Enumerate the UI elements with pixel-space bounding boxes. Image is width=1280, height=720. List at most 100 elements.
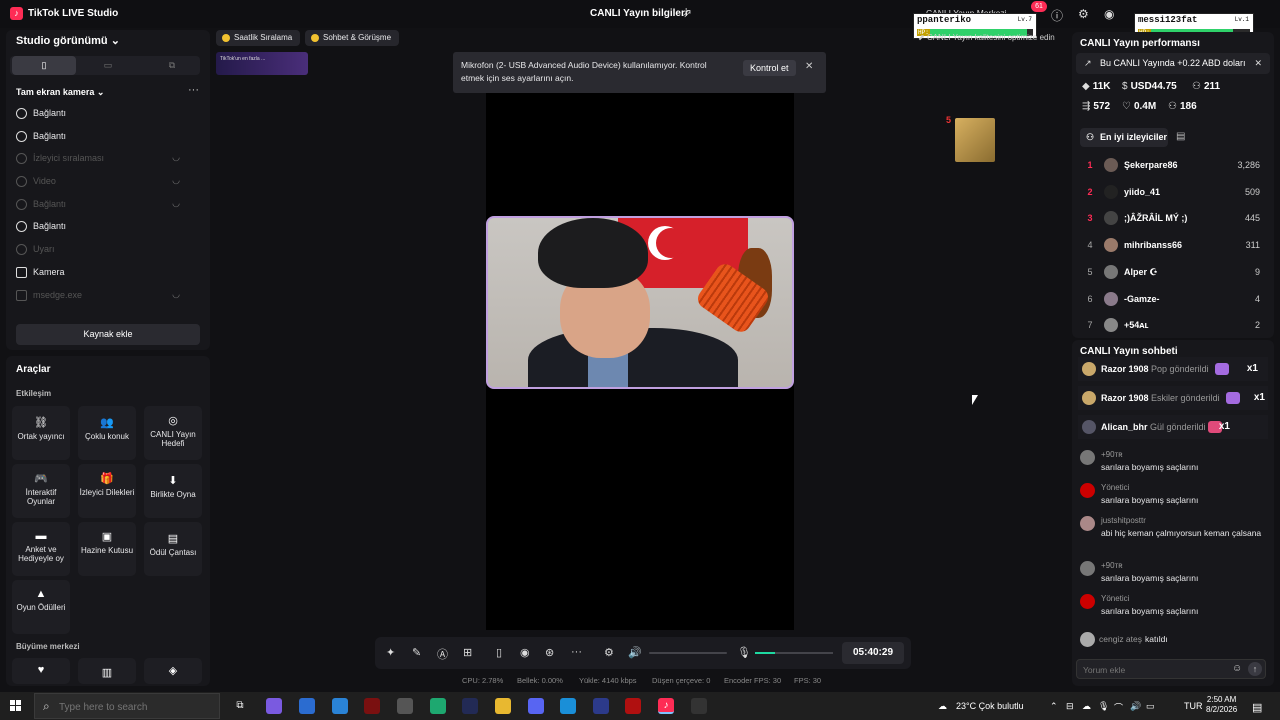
source-item[interactable]: Bağlantı [16, 107, 186, 123]
tab-list-icon[interactable]: ▤ [1176, 131, 1185, 142]
viewer-row[interactable]: 3 ;)ÂŽRÂİL MÝ ;) 445 [1080, 209, 1264, 229]
add-scene-icon[interactable]: ⊞ [463, 646, 472, 659]
source-item[interactable]: Uyarı [16, 243, 186, 259]
taskbar-search-input[interactable] [59, 700, 179, 714]
tray-chevron-icon[interactable]: ⌃ [1050, 701, 1058, 712]
live-info-title[interactable]: CANLI Yayın bilgileri [590, 8, 688, 19]
viewer-row[interactable]: 6 -Gamze- 4 [1080, 290, 1264, 310]
tab-top-viewers[interactable]: ⚇ En iyi izleyiciler [1080, 128, 1168, 147]
help-icon[interactable]: ⓘ [1051, 7, 1063, 24]
profile-avatar[interactable]: ◉ [1104, 7, 1114, 21]
tool-multi-guest[interactable]: 👥 Çoklu konuk [78, 406, 136, 460]
mail-icon[interactable] [332, 698, 348, 714]
edge-icon[interactable] [560, 698, 576, 714]
promo-banner[interactable]: TikTok'un en fazla ... [216, 52, 308, 75]
copilot-icon[interactable] [266, 698, 282, 714]
more-icon[interactable]: ··· [571, 646, 582, 658]
tool-co-host[interactable]: ⛓ Ortak yayıncı [12, 406, 70, 460]
tool-game-rewards[interactable]: ▲ Oyun Ödülleri [12, 580, 70, 634]
source-item[interactable]: Video ◡ [16, 175, 186, 191]
eye-hidden-icon[interactable]: ◡ [172, 175, 180, 186]
store-icon[interactable] [299, 698, 315, 714]
scene-dropdown[interactable]: Tam ekran kamera ⌄ [16, 87, 104, 98]
eye-hidden-icon[interactable]: ◡ [172, 289, 180, 300]
app-icon[interactable] [430, 698, 446, 714]
orientation-switch[interactable]: ▯ ▭ ⧉ [10, 56, 200, 75]
source-item[interactable]: İzleyici sıralaması ◡ [16, 152, 186, 168]
close-icon[interactable]: ✕ [1254, 53, 1262, 74]
growth-tool-2[interactable]: ▥ [78, 658, 136, 684]
quality-tip[interactable]: ⬈ CANLI Yayın kalitesini optimize edin [918, 33, 1055, 42]
mic-tray-icon[interactable]: 🎙 [1098, 701, 1109, 712]
windows-start-icon[interactable] [10, 700, 22, 712]
app-icon[interactable] [625, 698, 641, 714]
tiktok-live-studio-icon[interactable]: ♪ [658, 698, 674, 714]
settings-icon[interactable]: ⚙ [1078, 7, 1089, 21]
notifications-icon[interactable]: ▤ [1252, 701, 1262, 714]
app-icon[interactable] [593, 698, 609, 714]
clock[interactable]: 2:50 AM 8/2/2026 [1206, 695, 1237, 715]
microphone-icon[interactable]: 🎙 [737, 646, 751, 659]
app-icon[interactable] [691, 698, 707, 714]
tool-interactive-games[interactable]: 🎮 İnteraktif Oyunlar [12, 464, 70, 518]
tool-viewer-wishes[interactable]: 🎁 İzleyici Dilekleri [78, 464, 136, 518]
tool-reward-bag[interactable]: ▤ Ödül Çantası [144, 522, 202, 576]
tool-poll[interactable]: ▬ Anket ve Hediyeyle oy [12, 522, 70, 576]
source-item[interactable]: Bağlantı [16, 130, 186, 146]
source-item[interactable]: Bağlantı [16, 220, 186, 236]
phone-icon[interactable]: ▯ [496, 646, 502, 659]
landscape-icon[interactable]: ▭ [76, 56, 140, 75]
more-options-icon[interactable]: ··· [188, 84, 199, 96]
battery-icon[interactable]: ▭ [1146, 701, 1155, 712]
eye-hidden-icon[interactable]: ◡ [172, 152, 180, 163]
discord-icon[interactable] [528, 698, 544, 714]
dual-screen-icon[interactable]: ⧉ [140, 56, 204, 75]
source-item[interactable]: Kamera [16, 266, 186, 282]
hourly-ranking-chip[interactable]: Saatlik Sıralama [216, 30, 300, 46]
tool-play-together[interactable]: ⬇ Birlikte Oyna [144, 464, 202, 518]
onedrive-icon[interactable]: ☁ [1082, 701, 1091, 712]
weather-icon[interactable]: ☁ [938, 701, 947, 712]
settings-sliders-icon[interactable]: ⚙ [604, 646, 614, 659]
viewer-row[interactable]: 2 yiido_41 509 [1080, 183, 1264, 203]
wifi-icon[interactable]: ⌒ [1114, 701, 1123, 714]
studio-view-dropdown[interactable]: Studio görünümü ⌄ [16, 34, 120, 47]
add-source-button[interactable]: Kaynak ekle [16, 324, 200, 345]
app-icon[interactable] [462, 698, 478, 714]
record-icon[interactable]: ◉ [520, 646, 530, 659]
edit-icon[interactable]: ✎ [412, 646, 421, 659]
portrait-icon[interactable]: ▯ [12, 56, 76, 75]
tool-treasure-box[interactable]: ▣ Hazine Kutusu [78, 522, 136, 576]
app-icon[interactable] [364, 698, 380, 714]
share-icon[interactable]: ⇗ [682, 6, 692, 20]
task-view-icon[interactable]: ⧉ [232, 698, 248, 714]
source-item[interactable]: msedge.exe ◡ [16, 289, 186, 305]
ai-icon[interactable]: Ⓐ [437, 646, 448, 662]
viewer-row[interactable]: 4 mihribanss66 311 [1080, 236, 1264, 256]
volume-icon[interactable]: 🔊 [1130, 701, 1141, 712]
close-icon[interactable]: ✕ [805, 61, 813, 72]
growth-tool-1[interactable]: ♥ [12, 658, 70, 684]
viewer-row[interactable]: 7 +54ᴀʟ 2 [1080, 316, 1264, 334]
tool-live-goal[interactable]: ◎ CANLI Yayın Hedefi [144, 406, 202, 460]
speaker-icon[interactable]: 🔊 [628, 646, 642, 659]
file-explorer-icon[interactable] [495, 698, 511, 714]
comment-input[interactable] [1083, 663, 1223, 676]
weather-text[interactable]: 23°C Çok bulutlu [956, 701, 1024, 711]
chat-call-chip[interactable]: Sohbet & Görüşme [305, 30, 399, 46]
check-button[interactable]: Kontrol et [743, 60, 796, 76]
app-icon[interactable] [397, 698, 413, 714]
volume-slider[interactable] [649, 652, 727, 654]
send-icon[interactable]: ↑ [1248, 662, 1262, 676]
language-indicator[interactable]: TUR [1184, 701, 1203, 711]
source-item[interactable]: Bağlantı ◡ [16, 198, 186, 214]
magic-wand-icon[interactable]: ✦ [386, 646, 395, 659]
viewer-row[interactable]: 1 Şekerpare86 3,286 [1080, 156, 1264, 176]
network-icon[interactable]: ⊟ [1066, 701, 1074, 712]
growth-tool-3[interactable]: ◈ [144, 658, 202, 684]
replay-icon[interactable]: ⊛ [545, 646, 554, 659]
emoji-icon[interactable]: ☺ [1232, 663, 1242, 674]
viewer-row[interactable]: 5 Alper ☪ 9 [1080, 263, 1264, 283]
eye-hidden-icon[interactable]: ◡ [172, 198, 180, 209]
mic-level-slider[interactable] [755, 652, 833, 654]
